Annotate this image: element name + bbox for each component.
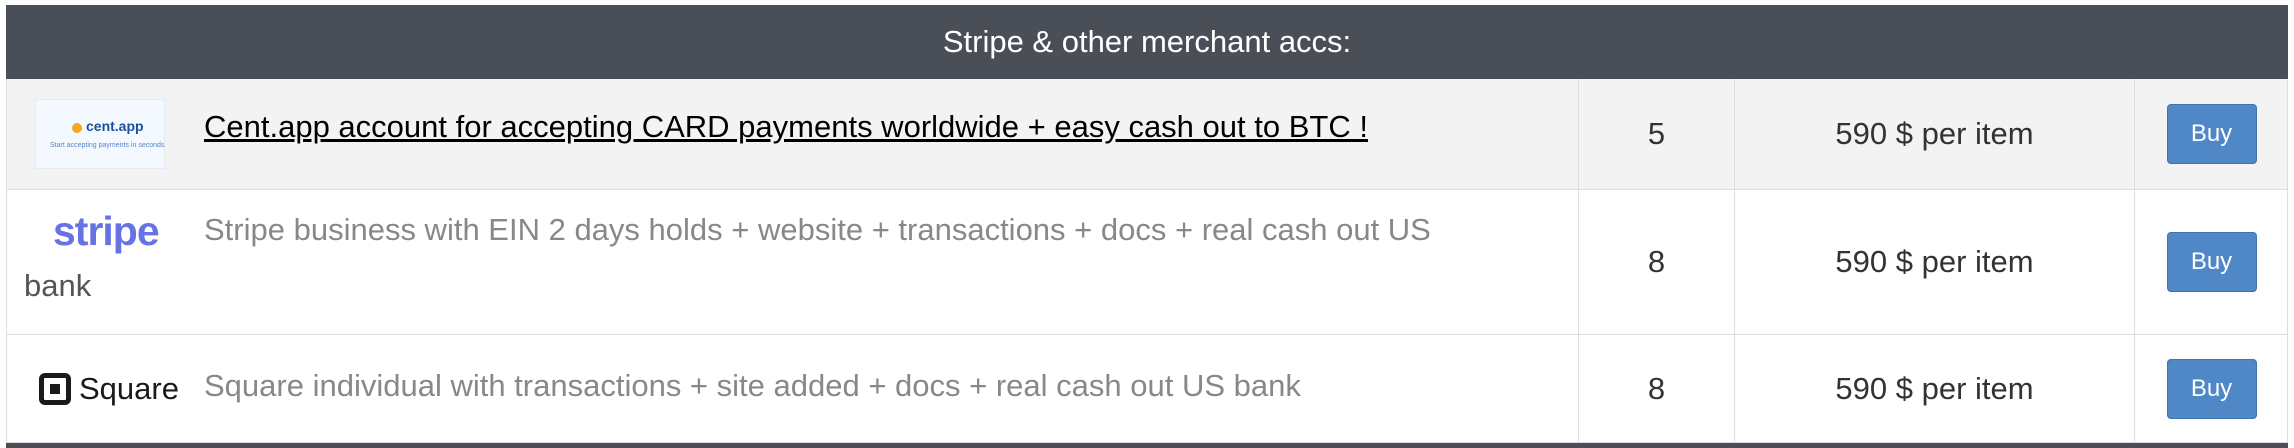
- table-header: Stripe & other merchant accs:: [6, 5, 2288, 79]
- stripe-logo: stripe: [53, 208, 160, 254]
- buy-cell: Buy: [2135, 79, 2288, 189]
- price-cell: 590 $ per item: [1835, 370, 2034, 406]
- cent-logo-dot-icon: [72, 123, 82, 133]
- table-footer-bar: [6, 443, 2288, 448]
- section-title: Stripe & other merchant accs:: [942, 24, 1352, 59]
- buy-button[interactable]: Buy: [2166, 104, 2257, 164]
- cent-logo-tagline: Start accepting payments in seconds: [50, 142, 165, 149]
- product-description-wrap: bank: [24, 268, 92, 303]
- cent-logo-name: cent.app: [86, 118, 144, 134]
- table-row: stripe Stripe business with EIN 2 days h…: [6, 190, 2288, 335]
- quantity-cell: 8: [1647, 244, 1666, 279]
- buy-cell: Buy: [2135, 335, 2288, 442]
- price-cell: 590 $ per item: [1835, 116, 2034, 151]
- buy-button[interactable]: Buy: [2166, 232, 2257, 292]
- price-cell: 590 $ per item: [1835, 244, 2034, 279]
- square-logo-name: Square: [79, 371, 179, 406]
- table-row: Square Square individual with transactio…: [6, 335, 2288, 443]
- quantity-cell: 8: [1647, 370, 1666, 406]
- square-logo: Square: [39, 371, 179, 407]
- table-row: cent.app Start accepting payments in sec…: [6, 79, 2288, 190]
- product-description: Square individual with transactions + si…: [204, 368, 1301, 403]
- buy-cell: Buy: [2135, 190, 2288, 334]
- product-link[interactable]: Cent.app account for accepting CARD paym…: [204, 107, 1368, 147]
- square-icon: [39, 373, 71, 405]
- product-table: Stripe & other merchant accs: cent.app S…: [6, 5, 2288, 448]
- quantity-cell: 5: [1647, 116, 1666, 151]
- buy-button[interactable]: Buy: [2166, 358, 2257, 419]
- product-description: Stripe business with EIN 2 days holds + …: [204, 212, 1431, 247]
- cent-app-logo: cent.app Start accepting payments in sec…: [35, 99, 165, 169]
